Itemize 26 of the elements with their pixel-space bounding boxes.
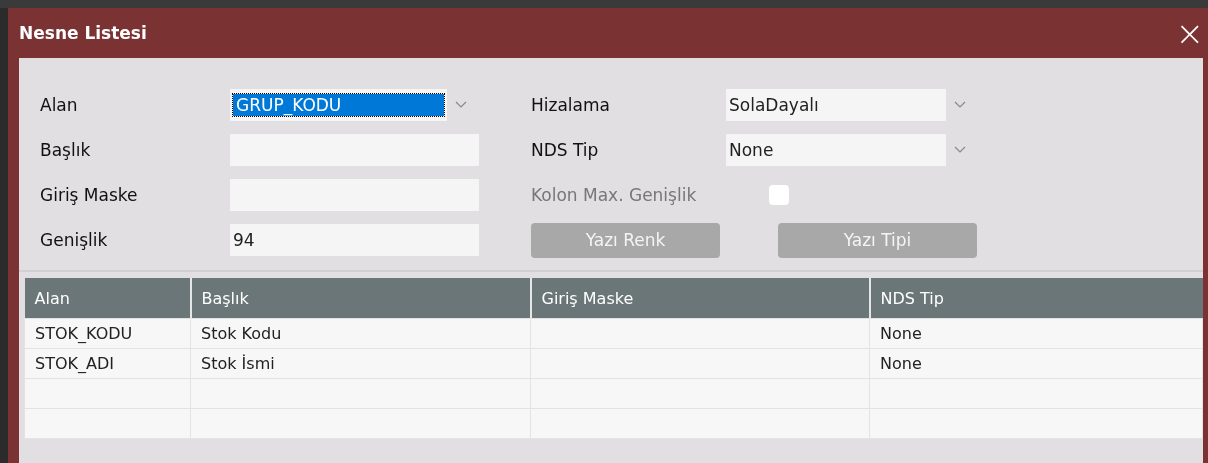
field-label: NDS Tip — [531, 140, 600, 160]
column-header[interactable]: Alan — [24, 278, 191, 319]
field-label: Alan — [40, 95, 79, 115]
field-label: Başlık — [40, 140, 92, 160]
field-label: Kolon Max. Genişlik — [531, 185, 698, 205]
chevron-down-icon[interactable] — [954, 101, 966, 109]
select-field[interactable]: SolaDayalı — [726, 89, 946, 121]
chevron-down-icon[interactable] — [455, 101, 467, 109]
field-label: Giriş Maske — [40, 185, 139, 205]
table-cell: None — [869, 318, 1203, 349]
chevron-down-icon[interactable] — [954, 146, 966, 154]
field-label: Hizalama — [531, 95, 611, 115]
table-cell: Stok Kodu — [190, 318, 531, 349]
select-field[interactable]: GRUP_KODU — [230, 89, 447, 121]
table-cell: STOK_ADI — [24, 348, 191, 379]
close-button[interactable]: × — [1171, 16, 1208, 50]
field-label: Genişlik — [40, 230, 109, 250]
input-field[interactable]: 94 — [230, 224, 479, 256]
table-cell: None — [869, 348, 1203, 379]
table-cell: STOK_KODU — [24, 318, 191, 349]
column-header[interactable]: Başlık — [190, 278, 531, 319]
select-field[interactable]: None — [726, 134, 946, 166]
window-title: Nesne Listesi — [19, 23, 147, 43]
column-header[interactable]: NDS Tip — [869, 278, 1203, 319]
column-header[interactable]: Giriş Maske — [530, 278, 870, 319]
table-cell: Stok İsmi — [190, 348, 531, 379]
